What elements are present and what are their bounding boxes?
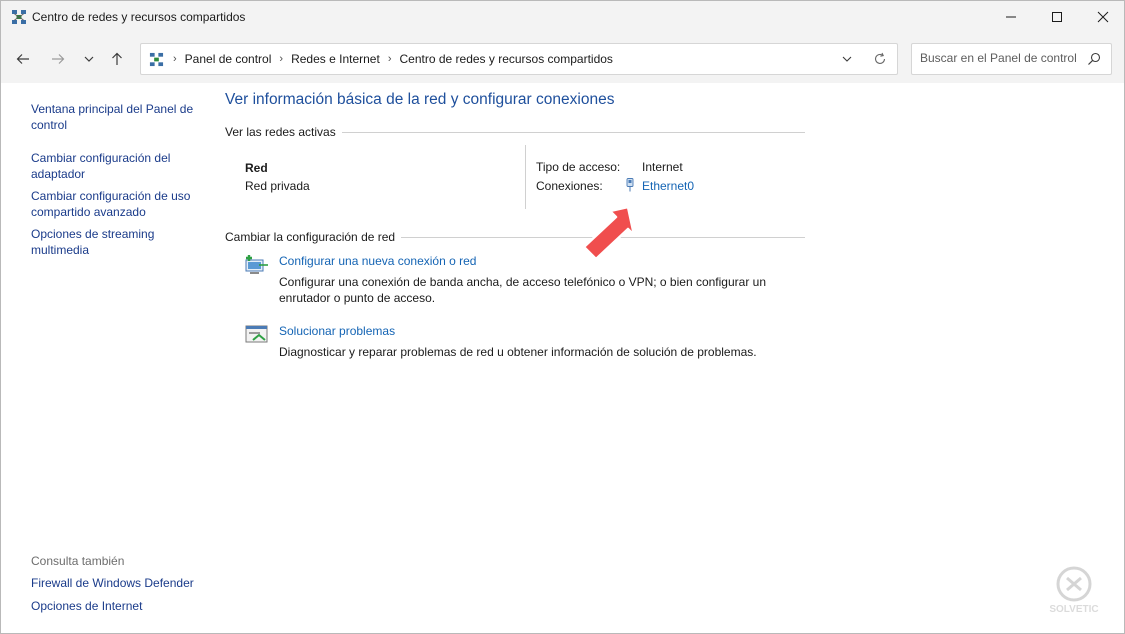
network-category: Red privada (245, 179, 310, 193)
see-also-link-firewall[interactable]: Firewall de Windows Defender (31, 576, 221, 591)
minimize-button[interactable] (988, 1, 1034, 33)
see-also-title: Consulta también (31, 554, 125, 568)
minimize-icon (1006, 16, 1016, 18)
watermark-icon (1056, 566, 1092, 602)
address-bar[interactable]: › Panel de control › Redes e Internet › … (140, 43, 898, 75)
sidebar-link-media-streaming-options[interactable]: Opciones de streaming multimedia (31, 226, 206, 258)
window-title: Centro de redes y recursos compartidos (32, 10, 246, 24)
divider (525, 145, 526, 209)
new-connection-icon (245, 255, 268, 274)
recent-locations-button[interactable] (78, 48, 100, 70)
access-type-value: Internet (642, 160, 683, 174)
arrow-right-icon (52, 54, 65, 64)
troubleshoot-description: Diagnosticar y reparar problemas de red … (279, 345, 757, 359)
chevron-down-icon[interactable] (841, 53, 853, 65)
network-name: Red (245, 161, 268, 175)
ethernet-icon (626, 178, 634, 192)
navigation-bar: › Panel de control › Redes e Internet › … (1, 33, 1124, 83)
troubleshoot-link[interactable]: Solucionar problemas (279, 324, 395, 338)
search-box[interactable] (911, 43, 1112, 75)
chevron-right-icon[interactable]: › (279, 53, 283, 65)
see-also-link-internet-options[interactable]: Opciones de Internet (31, 599, 221, 614)
active-networks-heading-text: Ver las redes activas (225, 125, 336, 139)
change-settings-heading-text: Cambiar la configuración de red (225, 230, 396, 244)
forward-button[interactable] (47, 48, 69, 70)
chevron-right-icon: › (173, 53, 177, 65)
connections-label: Conexiones: (536, 179, 603, 193)
divider (341, 131, 805, 133)
arrow-left-icon (16, 54, 29, 64)
maximize-icon (1052, 12, 1062, 22)
refresh-icon[interactable] (873, 52, 887, 66)
breadcrumb: › Panel de control › Redes e Internet › … (171, 52, 613, 66)
breadcrumb-item-redes-e-internet[interactable]: Redes e Internet (291, 52, 380, 66)
troubleshoot-icon (245, 325, 268, 343)
watermark-text: SOLVETIC (1049, 604, 1099, 615)
search-icon[interactable] (1087, 52, 1101, 66)
search-input[interactable] (920, 51, 1085, 65)
setup-new-connection-description: Configurar una conexión de banda ancha, … (279, 275, 766, 305)
page-title: Ver información básica de la red y confi… (225, 91, 615, 108)
chevron-right-icon[interactable]: › (388, 53, 392, 65)
maximize-button[interactable] (1034, 1, 1080, 33)
breadcrumb-item-panel-de-control[interactable]: Panel de control (185, 52, 272, 66)
window: Centro de redes y recursos compartidos ›… (0, 0, 1125, 634)
connection-link-ethernet0[interactable]: Ethernet0 (642, 179, 694, 193)
network-center-icon (149, 52, 164, 67)
network-center-icon (12, 10, 26, 24)
title-bar: Centro de redes y recursos compartidos (1, 1, 1124, 33)
sidebar-link-change-adapter-settings[interactable]: Cambiar configuración del adaptador (31, 150, 206, 182)
back-button[interactable] (12, 48, 34, 70)
breadcrumb-item-centro-de-redes[interactable]: Centro de redes y recursos compartidos (399, 52, 612, 66)
sidebar-link-control-panel-home[interactable]: Ventana principal del Panel de control (31, 101, 206, 133)
setup-new-connection-link[interactable]: Configurar una nueva conexión o red (279, 254, 476, 268)
annotation-arrow-icon (582, 205, 636, 261)
access-type-label: Tipo de acceso: (536, 160, 621, 174)
up-button[interactable] (106, 48, 128, 70)
change-settings-heading: Cambiar la configuración de red (225, 230, 805, 244)
left-pane: Ventana principal del Panel de control C… (31, 101, 206, 264)
see-also-section: Consulta también Firewall de Windows Def… (31, 554, 221, 622)
close-button[interactable] (1080, 1, 1125, 33)
sidebar-link-advanced-sharing-settings[interactable]: Cambiar configuración de uso compartido … (31, 188, 206, 220)
watermark-logo: SOLVETIC (1031, 566, 1117, 628)
active-networks-heading: Ver las redes activas (225, 125, 805, 139)
close-icon (1097, 11, 1109, 23)
chevron-down-icon (84, 56, 94, 62)
arrow-up-icon (112, 52, 122, 65)
